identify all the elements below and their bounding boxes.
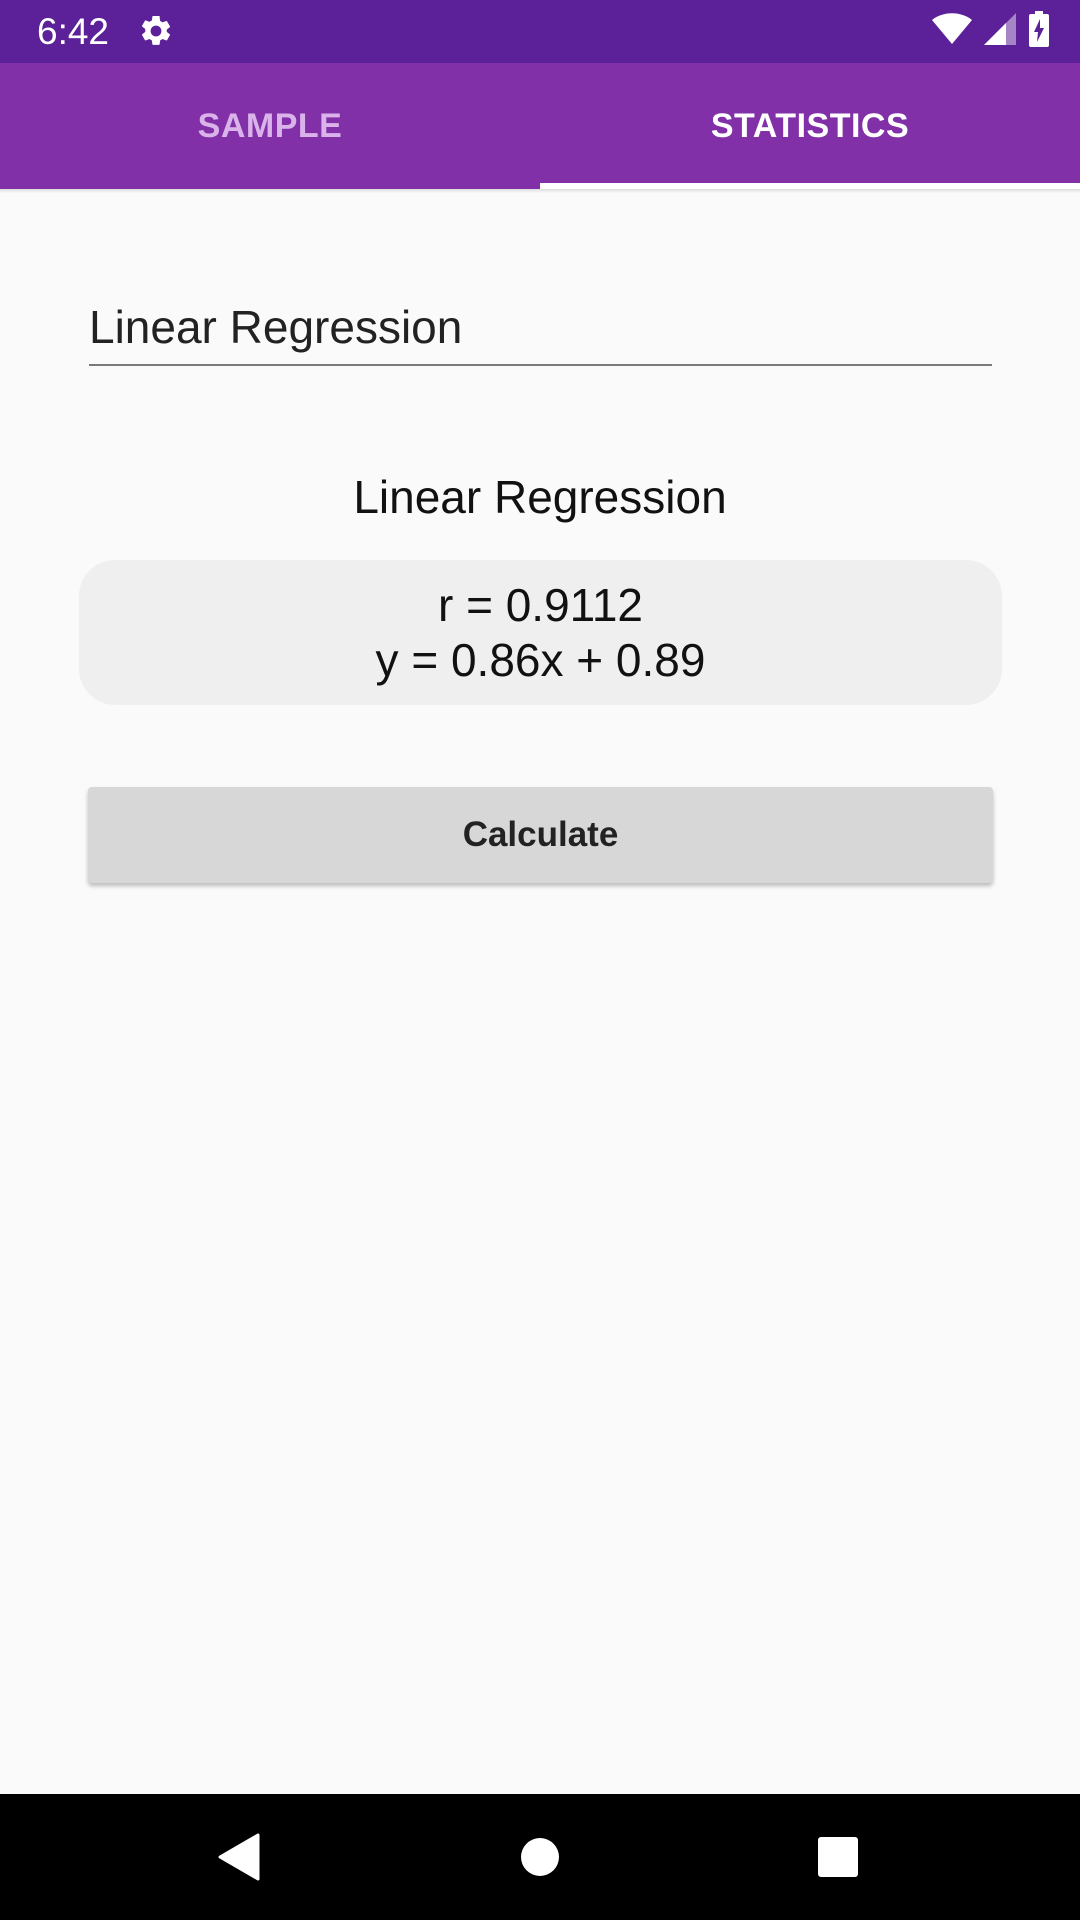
back-button[interactable] xyxy=(170,1794,310,1920)
app-screen: 6:42 SAMPLE STATISTICS Linear Regression… xyxy=(0,0,1080,1920)
signal-icon xyxy=(984,12,1016,50)
battery-icon xyxy=(1028,10,1050,52)
result-box: r = 0.9112 y = 0.86x + 0.89 xyxy=(79,560,1002,705)
recents-icon xyxy=(818,1837,858,1877)
home-button[interactable] xyxy=(470,1794,610,1920)
navigation-bar xyxy=(0,1794,1080,1920)
tab-bar: SAMPLE STATISTICS xyxy=(0,63,1080,189)
status-time: 6:42 xyxy=(37,11,110,52)
back-icon xyxy=(218,1833,260,1881)
recents-button[interactable] xyxy=(768,1794,908,1920)
result-title: Linear Regression xyxy=(353,471,727,523)
regression-equation: y = 0.86x + 0.89 xyxy=(375,633,706,686)
status-bar: 6:42 xyxy=(0,0,1080,63)
tab-statistics[interactable]: STATISTICS xyxy=(540,63,1080,189)
correlation-result: r = 0.9112 xyxy=(437,578,644,631)
status-icons xyxy=(932,10,1050,52)
calculation-name-field[interactable] xyxy=(89,290,992,366)
tab-sample[interactable]: SAMPLE xyxy=(0,63,540,189)
tab-statistics-label: STATISTICS xyxy=(710,106,910,145)
gear-icon xyxy=(138,13,174,49)
wifi-icon xyxy=(932,12,972,50)
home-icon xyxy=(521,1838,559,1876)
tab-sample-label: SAMPLE xyxy=(197,106,343,145)
tab-bar-shadow xyxy=(0,189,1080,193)
calculate-button[interactable]: Calculate xyxy=(88,787,993,883)
